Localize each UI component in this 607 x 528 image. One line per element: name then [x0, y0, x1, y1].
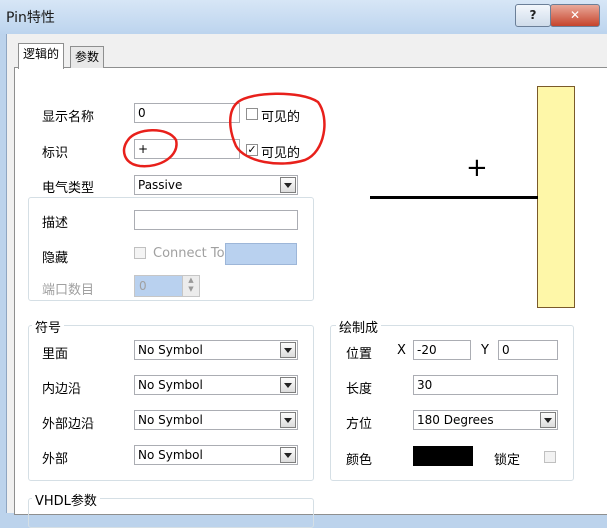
annotation-overlay — [122, 92, 326, 168]
annotation-circle-designator — [122, 129, 178, 168]
tab-logic[interactable]: 逻辑的 — [18, 43, 65, 69]
annotation-circle-visible — [229, 92, 326, 165]
